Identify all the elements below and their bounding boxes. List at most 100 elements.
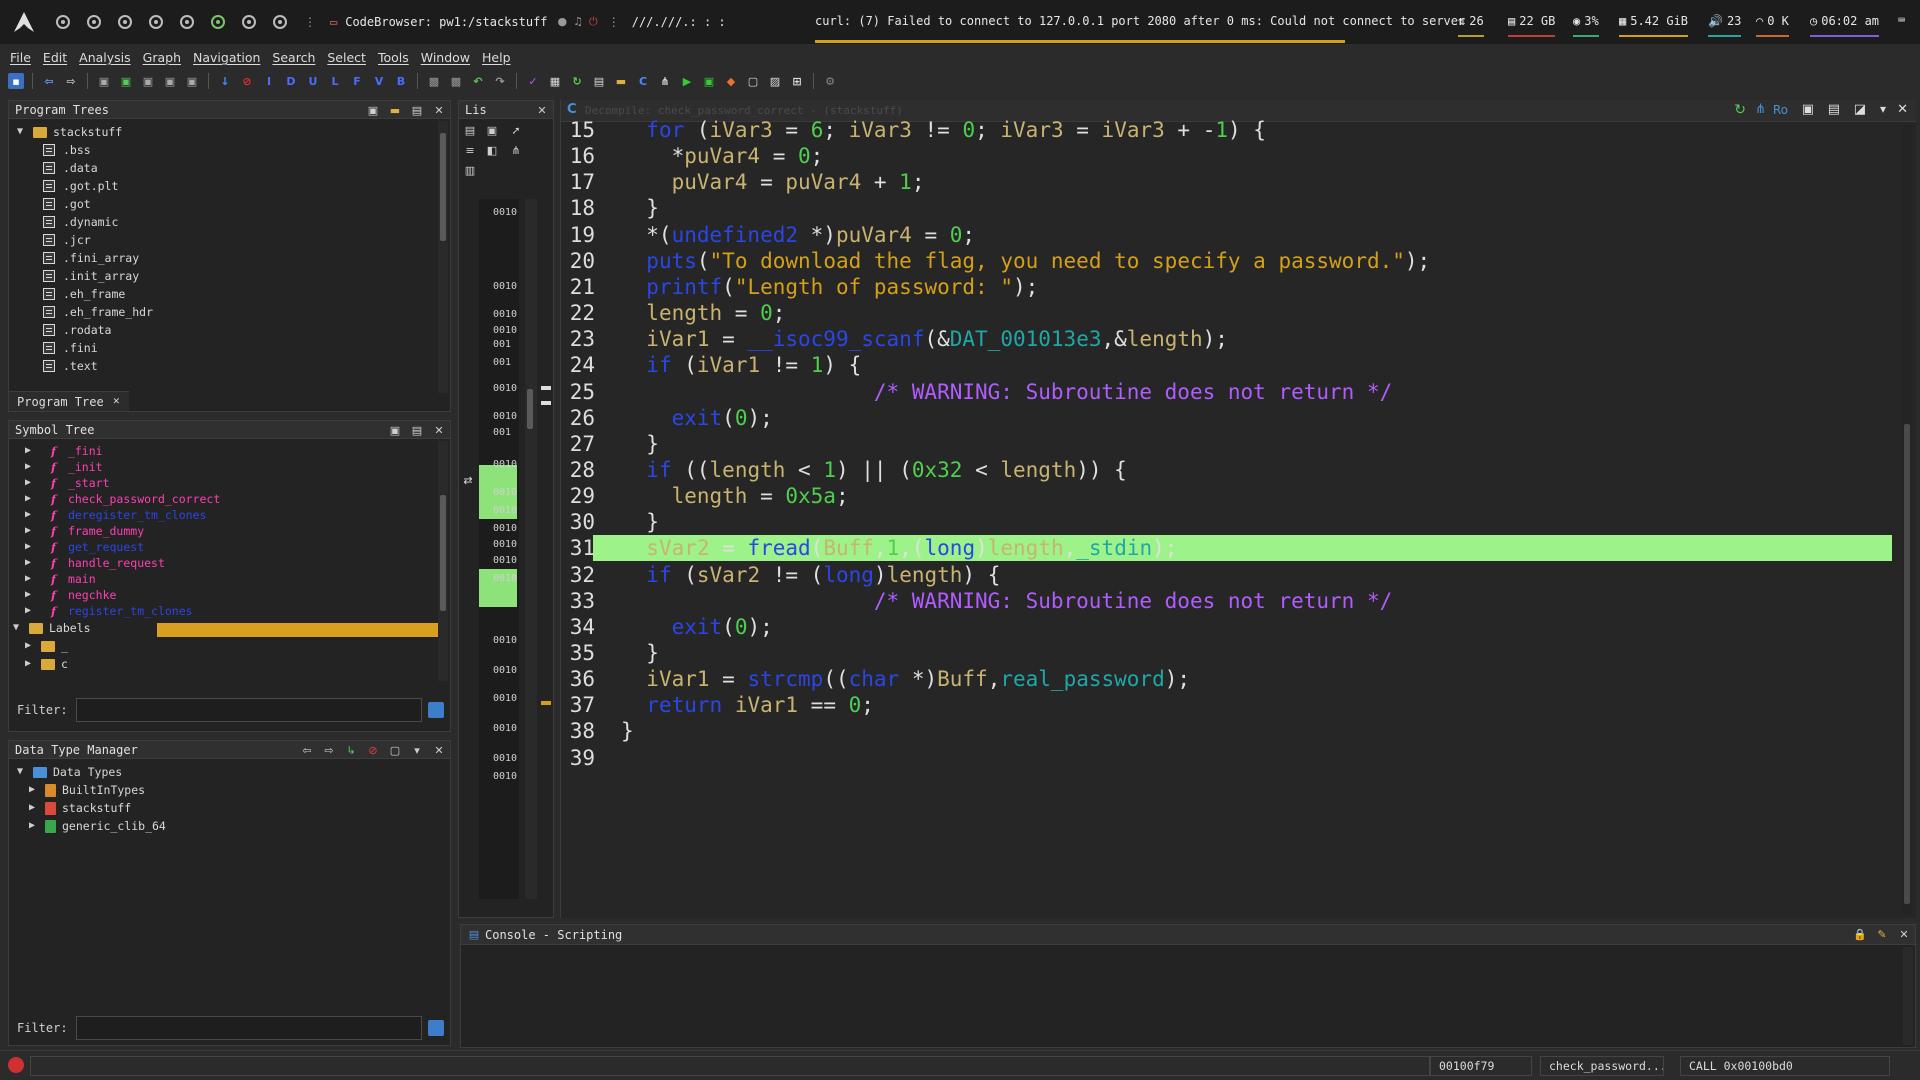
collapse-icon[interactable]: ▶	[25, 446, 35, 456]
symbol-function-item[interactable]: ▶ f _init	[25, 459, 220, 475]
menu-edit[interactable]: Edit	[43, 50, 67, 70]
workspace-2-icon[interactable]	[87, 15, 101, 29]
data-type-archive[interactable]: ▶ BuiltInTypes	[17, 781, 166, 799]
bytes-icon-2[interactable]: ▩	[448, 73, 464, 89]
b-icon[interactable]: B	[393, 73, 409, 89]
listing-close-icon[interactable]: ✕	[535, 103, 549, 117]
gear-icon[interactable]: ⚙	[822, 73, 838, 89]
v-icon[interactable]: V	[371, 73, 387, 89]
refresh-tool-icon[interactable]: ↻	[569, 73, 585, 89]
symbol-function-item[interactable]: ▶ f register_tm_clones	[25, 603, 220, 619]
debug-icon[interactable]: ▣	[701, 73, 717, 89]
listing-address[interactable]: 001	[493, 357, 511, 368]
program-tree-view-icon[interactable]: ▤	[410, 103, 424, 117]
workspace-3-icon[interactable]	[118, 15, 132, 29]
menu-graph[interactable]: Graph	[143, 50, 181, 70]
power-icon[interactable]: ⏻	[589, 15, 598, 29]
cpu-stat[interactable]: ◉ 3%	[1573, 14, 1599, 37]
data-type-archive[interactable]: ▶ generic_clib_64	[17, 817, 166, 835]
nav-icon-5[interactable]: ▣	[184, 73, 200, 89]
symbol-function-item[interactable]: ▶ f get_request	[25, 539, 220, 555]
collapse-icon[interactable]: ▶	[25, 641, 35, 651]
undo-icon[interactable]: ↶	[470, 73, 486, 89]
symbol-function-item[interactable]: ▶ f _fini	[25, 443, 220, 459]
redo-icon[interactable]: ↷	[492, 73, 508, 89]
listing-address[interactable]: 0010	[493, 753, 517, 764]
tree-tool-icon[interactable]: ⊞	[789, 73, 805, 89]
symbol-filter-input[interactable]	[75, 698, 422, 722]
console-close-icon[interactable]: ✕	[1897, 927, 1911, 941]
split-icon[interactable]: ◧	[485, 143, 499, 157]
listing-scrollbar[interactable]	[525, 199, 537, 899]
menu-select[interactable]: Select	[327, 50, 366, 70]
symbol-tree-close-icon[interactable]: ✕	[432, 423, 446, 437]
program-tree-section[interactable]: .got	[17, 195, 153, 213]
collapse-icon[interactable]: ▶	[25, 478, 35, 488]
error-icon[interactable]	[8, 1057, 24, 1073]
collapse-icon[interactable]: ▶	[29, 821, 39, 831]
collapse-icon[interactable]: ▶	[25, 526, 35, 536]
copy-icon[interactable]: ▤	[463, 123, 477, 137]
listing-address[interactable]: 0010	[493, 309, 517, 320]
volume-stat[interactable]: 🔊 23	[1708, 14, 1742, 37]
program-tree-section[interactable]: .jcr	[17, 231, 153, 249]
listing-address[interactable]: 0010	[493, 487, 517, 498]
arch-logo-icon[interactable]	[12, 10, 36, 34]
symbol-tree-view-icon[interactable]: ▤	[410, 423, 424, 437]
collapse-icon[interactable]: ▶	[25, 590, 35, 600]
kebab-icon[interactable]: ⋮	[304, 15, 316, 29]
dtm-filter-input[interactable]	[75, 1016, 422, 1040]
program-tree-section[interactable]: .eh_frame_hdr	[17, 303, 153, 321]
clear-console-icon[interactable]: ✎	[1875, 927, 1889, 941]
expand-icon[interactable]: ▼	[17, 767, 27, 777]
dtm-menu-icon[interactable]: ▾	[410, 743, 424, 757]
listing-address[interactable]: 0010	[493, 523, 517, 534]
label-item[interactable]: ▶ c	[25, 655, 220, 673]
workspace-5-icon[interactable]	[180, 15, 194, 29]
symbol-function-item[interactable]: ▶ f handle_request	[25, 555, 220, 571]
listing-address[interactable]: 0010	[493, 555, 517, 566]
clock-stat[interactable]: ◷ 06:02 am	[1810, 14, 1880, 37]
workspace-4-icon[interactable]	[149, 15, 163, 29]
listing-address[interactable]: 001	[493, 427, 511, 438]
listing-address[interactable]: 0010	[493, 573, 517, 584]
listing-address[interactable]: 0010	[493, 505, 517, 516]
list-icon[interactable]: ≡	[463, 143, 477, 157]
memory-tool-icon[interactable]: ▤	[591, 73, 607, 89]
program-tree-section[interactable]: .rodata	[17, 321, 153, 339]
disk-stat[interactable]: ▤ 22 GB	[1508, 14, 1556, 37]
collapse-icon[interactable]: ▶	[29, 803, 39, 813]
c-tool-icon[interactable]: C	[635, 73, 651, 89]
listing-address[interactable]: 0010	[493, 771, 517, 782]
collapse-icon[interactable]: ▶	[25, 510, 35, 520]
symbol-function-item[interactable]: ▶ f main	[25, 571, 220, 587]
image-tool-icon[interactable]: ▨	[767, 73, 783, 89]
listing-address[interactable]: 001	[493, 339, 511, 350]
menu-navigation[interactable]: Navigation	[193, 50, 260, 70]
collapse-icon[interactable]: ▶	[29, 785, 39, 795]
l-icon[interactable]: L	[327, 73, 343, 89]
menu-search[interactable]: Search	[272, 50, 315, 70]
decompiler-close-icon[interactable]: ✕	[1897, 102, 1908, 117]
data-type-archive[interactable]: ▶ stackstuff	[17, 799, 166, 817]
symbol-function-item[interactable]: ▶ f deregister_tm_clones	[25, 507, 220, 523]
filter-options-icon[interactable]	[427, 1020, 444, 1036]
options-icon[interactable]: ▥	[463, 163, 477, 177]
collapse-icon[interactable]: ▶	[25, 494, 35, 504]
nav-icon-3[interactable]: ▣	[140, 73, 156, 89]
workspace-6-icon[interactable]	[211, 15, 225, 29]
program-tree-section[interactable]: .text	[17, 357, 153, 375]
dtm-back-icon[interactable]: ⇦	[300, 743, 314, 757]
tab-close-icon[interactable]: ✕	[113, 394, 120, 407]
menu-window[interactable]: Window	[421, 50, 470, 70]
listing-address[interactable]: 0010	[493, 325, 517, 336]
program-tree-new-icon[interactable]: ▣	[366, 103, 380, 117]
folder-tool-icon[interactable]: ▬	[613, 73, 629, 89]
collapse-icon[interactable]: ▶	[25, 574, 35, 584]
menu-analysis[interactable]: Analysis	[79, 50, 131, 70]
program-tree-section[interactable]: .data	[17, 159, 153, 177]
dtm-window-icon[interactable]: ▢	[388, 743, 402, 757]
program-tree-section[interactable]: .fini_array	[17, 249, 153, 267]
collapse-icon[interactable]: ▶	[25, 542, 35, 552]
collapse-icon[interactable]: ▶	[25, 558, 35, 568]
